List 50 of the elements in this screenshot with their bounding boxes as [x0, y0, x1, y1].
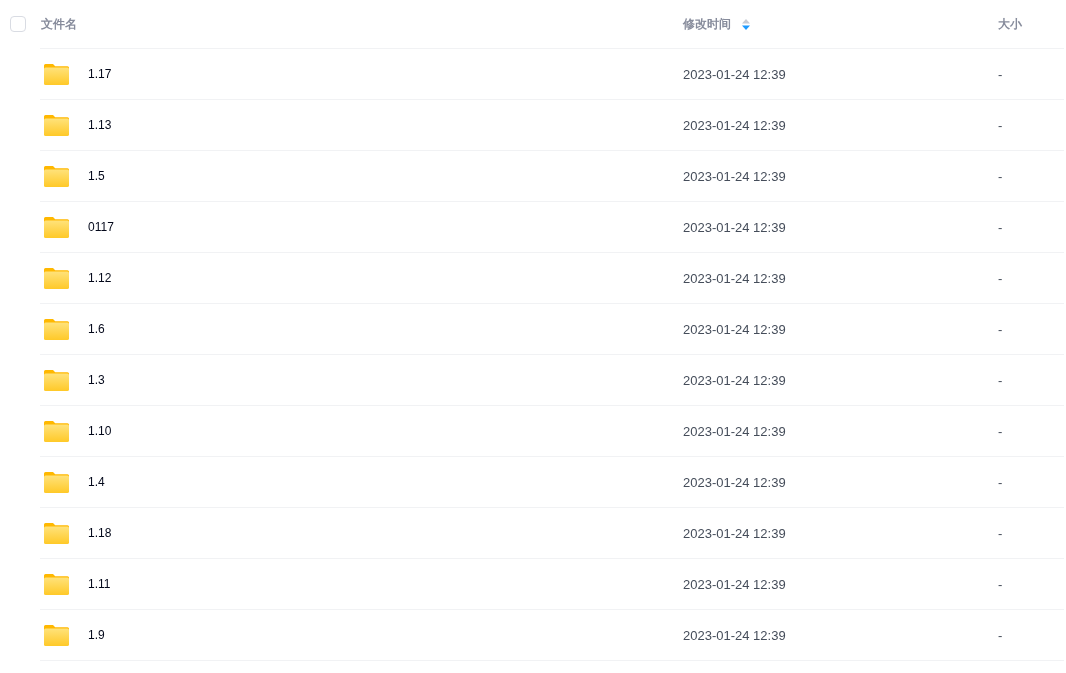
folder-icon [44, 318, 69, 340]
modified-time: 2023-01-24 12:39 [683, 117, 786, 133]
file-size: - [998, 525, 1003, 541]
file-size: - [998, 372, 1003, 388]
file-size: - [998, 168, 1003, 184]
folder-name[interactable]: 1.10 [88, 424, 112, 438]
folder-name[interactable]: 1.18 [88, 526, 112, 540]
file-size: - [998, 321, 1003, 337]
folder-icon [44, 114, 69, 136]
modified-time: 2023-01-24 12:39 [683, 66, 786, 82]
select-all-checkbox[interactable] [10, 15, 26, 32]
modified-time: 2023-01-24 12:39 [683, 627, 786, 643]
folder-icon [44, 471, 69, 493]
folder-name[interactable]: 1.9 [88, 628, 105, 642]
file-size: - [998, 219, 1003, 235]
modified-time: 2023-01-24 12:39 [683, 372, 786, 388]
folder-name[interactable]: 1.4 [88, 475, 105, 489]
modified-time: 2023-01-24 12:39 [683, 168, 786, 184]
folder-icon [44, 420, 69, 442]
folder-name[interactable]: 1.17 [88, 67, 112, 81]
file-size: - [998, 66, 1003, 82]
folder-icon [44, 522, 69, 544]
folder-icon [44, 165, 69, 187]
folder-name[interactable]: 1.13 [88, 118, 112, 132]
modified-time: 2023-01-24 12:39 [683, 423, 786, 439]
modified-time: 2023-01-24 12:39 [683, 474, 786, 490]
folder-icon [44, 63, 69, 85]
folder-icon [44, 216, 69, 238]
modified-time: 2023-01-24 12:39 [683, 525, 786, 541]
modified-time: 2023-01-24 12:39 [683, 219, 786, 235]
folder-icon [44, 573, 69, 595]
folder-name[interactable]: 1.6 [88, 322, 105, 336]
file-size: - [998, 423, 1003, 439]
file-size: - [998, 627, 1003, 643]
modified-time: 2023-01-24 12:39 [683, 270, 786, 286]
sort-icon[interactable] [742, 19, 750, 30]
folder-name[interactable]: 1.12 [88, 271, 112, 285]
folder-name[interactable]: 1.11 [88, 577, 111, 591]
folder-name[interactable]: 1.5 [88, 169, 105, 183]
folder-name[interactable]: 1.3 [88, 373, 105, 387]
folder-icon [44, 624, 69, 646]
folder-icon [44, 369, 69, 391]
file-size: - [998, 117, 1003, 133]
modified-time: 2023-01-24 12:39 [683, 576, 786, 592]
file-size: - [998, 270, 1003, 286]
modified-time: 2023-01-24 12:39 [683, 321, 786, 337]
folder-icon [44, 267, 69, 289]
file-size: - [998, 576, 1003, 592]
folder-name[interactable]: 0117 [88, 220, 114, 234]
file-size: - [998, 474, 1003, 490]
